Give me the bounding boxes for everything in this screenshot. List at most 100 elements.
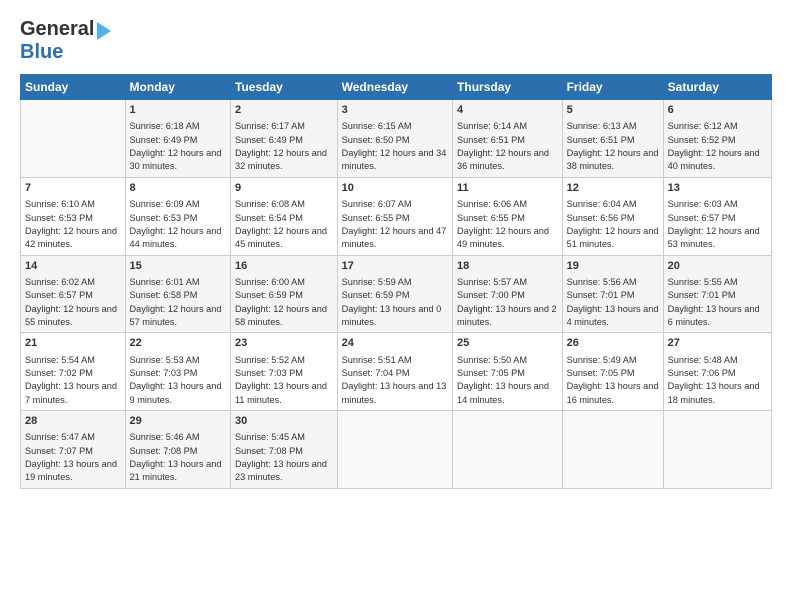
day-number: 5 [567,103,659,118]
cell-content: Sunrise: 6:09 AMSunset: 6:53 PMDaylight:… [130,198,226,251]
cell-content: Sunrise: 5:47 AMSunset: 7:07 PMDaylight:… [25,431,121,484]
calendar-cell: 8 Sunrise: 6:09 AMSunset: 6:53 PMDaylight… [125,177,230,255]
day-number: 28 [25,414,121,429]
calendar-cell: 3Sunrise: 6:15 AMSunset: 6:50 PMDaylight… [337,100,452,178]
cell-content: Sunrise: 6:04 AMSunset: 6:56 PMDaylight:… [567,198,659,251]
day-number: 6 [668,103,767,118]
calendar-table: SundayMondayTuesdayWednesdayThursdayFrid… [20,74,772,489]
day-header-saturday: Saturday [663,75,771,100]
calendar-cell: 5Sunrise: 6:13 AMSunset: 6:51 PMDaylight… [562,100,663,178]
day-header-tuesday: Tuesday [231,75,338,100]
cell-content: Sunrise: 6:06 AMSunset: 6:55 PMDaylight:… [457,198,558,251]
day-number: 21 [25,336,121,351]
cell-content: Sunrise: 6:07 AMSunset: 6:55 PMDaylight:… [342,198,448,251]
day-header-wednesday: Wednesday [337,75,452,100]
header-row: SundayMondayTuesdayWednesdayThursdayFrid… [21,75,772,100]
calendar-cell: 26Sunrise: 5:49 AMSunset: 7:05 PMDayligh… [562,333,663,411]
calendar-cell: 14 Sunrise: 6:02 AMSunset: 6:57 PMDayligh… [21,255,126,333]
calendar-cell: 7 Sunrise: 6:10 AMSunset: 6:53 PMDaylight… [21,177,126,255]
calendar-cell [453,411,563,489]
day-number: 1 [130,103,226,118]
calendar-cell: 30 Sunrise: 5:45 AMSunset: 7:08 PMDayligh… [231,411,338,489]
logo-blue: Blue [20,41,63,63]
cell-content: Sunrise: 5:53 AMSunset: 7:03 PMDaylight:… [130,354,226,407]
day-number: 22 [130,336,226,351]
calendar-cell: 4 Sunrise: 6:14 AMSunset: 6:51 PMDaylight… [453,100,563,178]
day-number: 14 [25,259,121,274]
day-number: 13 [668,181,767,196]
calendar-cell: 21 Sunrise: 5:54 AMSunset: 7:02 PMDayligh… [21,333,126,411]
day-number: 8 [130,181,226,196]
day-number: 26 [567,336,659,351]
cell-content: Sunrise: 5:45 AMSunset: 7:08 PMDaylight:… [235,431,333,484]
day-number: 27 [668,336,767,351]
cell-content: Sunrise: 5:46 AMSunset: 7:08 PMDaylight:… [130,431,226,484]
cell-content: Sunrise: 6:03 AMSunset: 6:57 PMDaylight:… [668,198,767,251]
logo: General Blue [20,18,111,64]
day-header-monday: Monday [125,75,230,100]
cell-content: Sunrise: 5:59 AMSunset: 6:59 PMDaylight:… [342,276,448,329]
week-row-1: 7 Sunrise: 6:10 AMSunset: 6:53 PMDaylight… [21,177,772,255]
calendar-cell: 17 Sunrise: 5:59 AMSunset: 6:59 PMDayligh… [337,255,452,333]
cell-content: Sunrise: 5:56 AMSunset: 7:01 PMDaylight:… [567,276,659,329]
day-number: 24 [342,336,448,351]
week-row-0: 1Sunrise: 6:18 AMSunset: 6:49 PMDaylight… [21,100,772,178]
day-number: 20 [668,259,767,274]
day-number: 18 [457,259,558,274]
logo-arrow-icon [97,22,111,40]
calendar-cell: 16Sunrise: 6:00 AMSunset: 6:59 PMDayligh… [231,255,338,333]
header: General Blue [20,18,772,64]
cell-content: Sunrise: 5:50 AMSunset: 7:05 PMDaylight:… [457,354,558,407]
calendar-cell: 12Sunrise: 6:04 AMSunset: 6:56 PMDayligh… [562,177,663,255]
calendar-cell: 20 Sunrise: 5:55 AMSunset: 7:01 PMDayligh… [663,255,771,333]
day-number: 2 [235,103,333,118]
day-number: 10 [342,181,448,196]
cell-content: Sunrise: 5:57 AMSunset: 7:00 PMDaylight:… [457,276,558,329]
calendar-cell: 2Sunrise: 6:17 AMSunset: 6:49 PMDaylight… [231,100,338,178]
calendar-cell: 22 Sunrise: 5:53 AMSunset: 7:03 PMDayligh… [125,333,230,411]
cell-content: Sunrise: 6:02 AMSunset: 6:57 PMDaylight:… [25,276,121,329]
day-header-thursday: Thursday [453,75,563,100]
page: General Blue SundayMondayTuesdayWednesda… [0,0,792,612]
day-number: 30 [235,414,333,429]
day-number: 29 [130,414,226,429]
calendar-cell: 10 Sunrise: 6:07 AMSunset: 6:55 PMDayligh… [337,177,452,255]
day-number: 7 [25,181,121,196]
week-row-2: 14 Sunrise: 6:02 AMSunset: 6:57 PMDayligh… [21,255,772,333]
calendar-cell: 18 Sunrise: 5:57 AMSunset: 7:00 PMDayligh… [453,255,563,333]
day-number: 17 [342,259,448,274]
cell-content: Sunrise: 5:55 AMSunset: 7:01 PMDaylight:… [668,276,767,329]
calendar-cell: 15Sunrise: 6:01 AMSunset: 6:58 PMDayligh… [125,255,230,333]
cell-content: Sunrise: 5:51 AMSunset: 7:04 PMDaylight:… [342,354,448,407]
calendar-cell: 13 Sunrise: 6:03 AMSunset: 6:57 PMDayligh… [663,177,771,255]
calendar-cell: 29 Sunrise: 5:46 AMSunset: 7:08 PMDayligh… [125,411,230,489]
day-number: 4 [457,103,558,118]
calendar-cell: 19 Sunrise: 5:56 AMSunset: 7:01 PMDayligh… [562,255,663,333]
calendar-cell: 23Sunrise: 5:52 AMSunset: 7:03 PMDayligh… [231,333,338,411]
calendar-cell: 9Sunrise: 6:08 AMSunset: 6:54 PMDaylight… [231,177,338,255]
day-header-sunday: Sunday [21,75,126,100]
calendar-cell: 25 Sunrise: 5:50 AMSunset: 7:05 PMDayligh… [453,333,563,411]
calendar-cell: 28 Sunrise: 5:47 AMSunset: 7:07 PMDayligh… [21,411,126,489]
calendar-cell [663,411,771,489]
day-number: 19 [567,259,659,274]
day-header-friday: Friday [562,75,663,100]
calendar-cell [337,411,452,489]
day-number: 15 [130,259,226,274]
cell-content: Sunrise: 6:15 AMSunset: 6:50 PMDaylight:… [342,120,448,173]
cell-content: Sunrise: 6:12 AMSunset: 6:52 PMDaylight:… [668,120,767,173]
cell-content: Sunrise: 5:54 AMSunset: 7:02 PMDaylight:… [25,354,121,407]
week-row-3: 21 Sunrise: 5:54 AMSunset: 7:02 PMDayligh… [21,333,772,411]
calendar-cell: 11Sunrise: 6:06 AMSunset: 6:55 PMDayligh… [453,177,563,255]
week-row-4: 28 Sunrise: 5:47 AMSunset: 7:07 PMDayligh… [21,411,772,489]
day-number: 25 [457,336,558,351]
cell-content: Sunrise: 6:10 AMSunset: 6:53 PMDaylight:… [25,198,121,251]
calendar-cell [562,411,663,489]
cell-content: Sunrise: 5:48 AMSunset: 7:06 PMDaylight:… [668,354,767,407]
calendar-cell: 27 Sunrise: 5:48 AMSunset: 7:06 PMDayligh… [663,333,771,411]
calendar-cell: 24 Sunrise: 5:51 AMSunset: 7:04 PMDayligh… [337,333,452,411]
day-number: 9 [235,181,333,196]
calendar-cell [21,100,126,178]
cell-content: Sunrise: 6:00 AMSunset: 6:59 PMDaylight:… [235,276,333,329]
cell-content: Sunrise: 6:14 AMSunset: 6:51 PMDaylight:… [457,120,558,173]
